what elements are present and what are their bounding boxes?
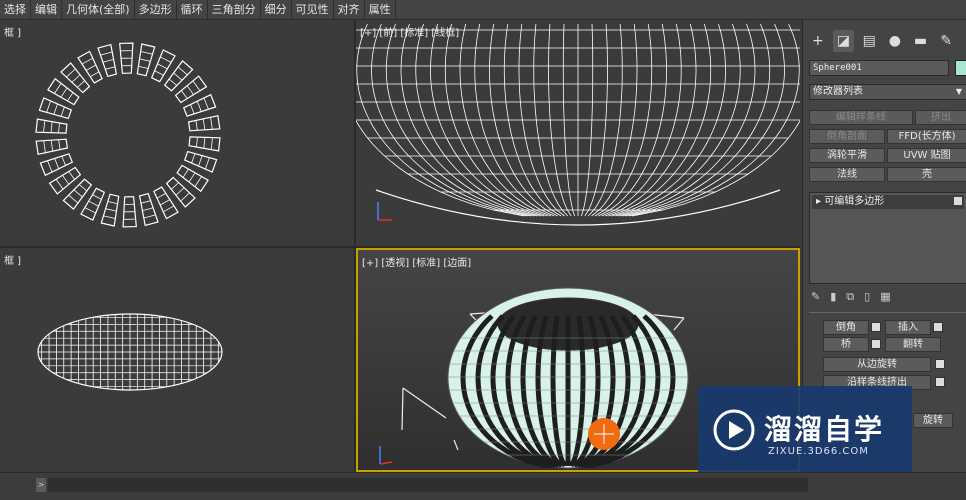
display-icon[interactable]: ▬ — [910, 30, 932, 52]
chevron-down-icon: ▼ — [955, 87, 962, 96]
left-view-wireframe — [37, 313, 223, 391]
pin-stack-icon[interactable]: ✎ — [811, 290, 820, 306]
turbosmooth-button[interactable]: 涡轮平滑 — [809, 148, 885, 163]
viewport-left[interactable]: 框 ] — [0, 248, 354, 472]
menu-item-8[interactable]: 对齐 — [334, 0, 365, 20]
stack-item-editable-poly[interactable]: ▸ 可编辑多边形 — [812, 195, 964, 209]
remove-modifier-icon[interactable]: ▯ — [864, 290, 870, 306]
object-color-swatch[interactable] — [955, 60, 966, 76]
modifier-list-dropdown[interactable]: 修改器列表 ▼ — [809, 84, 966, 100]
menu-item-4[interactable]: 循环 — [177, 0, 208, 20]
stack-tools: ✎ ▮ ⧉ ▯ ▦ — [811, 290, 961, 306]
stack-expand-icon[interactable]: ▸ — [816, 196, 824, 207]
modifier-list-label: 修改器列表 — [813, 86, 863, 97]
show-end-result-icon[interactable]: ▮ — [830, 290, 836, 306]
ffd-box-button[interactable]: FFD(长方体) — [887, 129, 966, 144]
bevel-profile-button[interactable]: 倒角剖面 — [809, 129, 885, 144]
object-name-field[interactable]: Sphere001 — [809, 60, 949, 76]
panel-divider — [809, 312, 966, 313]
hinge-from-edge-button[interactable]: 从边旋转 — [823, 357, 931, 372]
watermark-overlay: 溜溜自学 ZIXUE.3D66.COM — [698, 386, 912, 486]
top-view-wireframe — [35, 42, 221, 228]
menu-item-5[interactable]: 三角剖分 — [208, 0, 261, 20]
make-unique-icon[interactable]: ⧉ — [846, 290, 854, 306]
motion-icon[interactable]: ● — [884, 30, 906, 52]
front-view-wireframe — [356, 23, 800, 226]
time-slider-bar: > — [0, 472, 966, 500]
flip-button[interactable]: 翻转 — [885, 337, 941, 352]
shell-button[interactable]: 壳 — [887, 167, 966, 182]
bevel-settings-icon[interactable] — [871, 322, 881, 332]
time-slider-track[interactable] — [48, 478, 808, 492]
stack-item-label: 可编辑多边形 — [824, 196, 885, 207]
watermark-title: 溜溜自学 — [764, 413, 885, 446]
extrude-spline-settings-icon[interactable] — [935, 377, 945, 387]
viewport-front[interactable]: [+] [前] [标准] [线框] — [356, 20, 800, 246]
viewport-area: 框 ] [+] [前] [标准] [线框] 框 ] [+] [透视] [标准] … — [0, 20, 800, 472]
rotate-button-partial[interactable]: 旋转 — [913, 413, 953, 428]
viewport-top[interactable]: 框 ] — [0, 20, 354, 246]
bevel-button-partial[interactable]: 倒角 — [823, 320, 869, 335]
extrude-button[interactable]: 挤出 — [915, 110, 966, 125]
utilities-icon[interactable]: ✎ — [935, 30, 957, 52]
watermark-url: ZIXUE.3D66.COM — [768, 446, 869, 457]
watermark-logo-icon — [713, 409, 755, 451]
modify-icon[interactable]: ◪ — [832, 30, 855, 52]
bridge-settings-icon[interactable] — [871, 339, 881, 349]
menu-item-1[interactable]: 编辑 — [31, 0, 62, 20]
hinge-settings-icon[interactable] — [935, 359, 945, 369]
menu-item-6[interactable]: 细分 — [261, 0, 292, 20]
menu-item-7[interactable]: 可见性 — [292, 0, 334, 20]
menu-item-2[interactable]: 几何体(全部) — [62, 0, 135, 20]
inset-button-partial[interactable]: 插入 — [885, 320, 931, 335]
menu-item-3[interactable]: 多边形 — [135, 0, 177, 20]
normal-button[interactable]: 法线 — [809, 167, 885, 182]
command-panel-tabs: + ◪ ▤ ● ▬ ✎ — [807, 30, 957, 56]
create-icon[interactable]: + — [807, 30, 829, 52]
hierarchy-icon[interactable]: ▤ — [858, 30, 880, 52]
edit-spline-button[interactable]: 编辑样条线 — [809, 110, 913, 125]
modifier-stack[interactable]: ▸ 可编辑多边形 — [809, 192, 966, 284]
bridge-button[interactable]: 桥 — [823, 337, 869, 352]
uvw-map-button[interactable]: UVW 贴图 — [887, 148, 966, 163]
inset-settings-icon[interactable] — [933, 322, 943, 332]
chevron-right-icon[interactable]: > — [36, 478, 46, 492]
viewport-menubar: 选择 编辑 几何体(全部) 多边形 循环 三角剖分 细分 可见性 对齐 属性 — [0, 0, 966, 20]
menu-item-0[interactable]: 选择 — [0, 0, 31, 20]
stack-toggle-icon[interactable] — [954, 197, 962, 205]
menu-item-9[interactable]: 属性 — [365, 0, 396, 20]
configure-sets-icon[interactable]: ▦ — [880, 290, 890, 306]
